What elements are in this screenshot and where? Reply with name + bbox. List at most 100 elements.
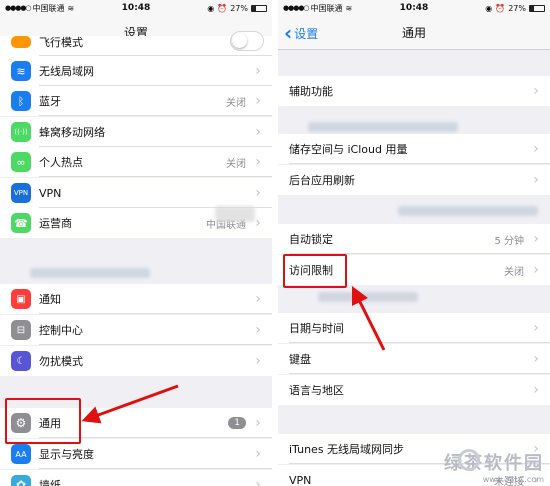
settings-row-airplane-mode[interactable]: 飞行模式 <box>0 31 272 56</box>
row-label: 飞行模式 <box>39 36 83 49</box>
settings-row-control-center[interactable]: ⊟ 控制中心 › <box>0 315 272 345</box>
chevron-right-icon: › <box>533 231 539 247</box>
hotspot-icon: ∞ <box>11 152 31 172</box>
location-icon: ◉ <box>207 3 215 13</box>
chevron-right-icon: › <box>533 83 539 99</box>
watermark-url: www.33LC.com <box>482 475 544 484</box>
highlight-general <box>5 398 81 444</box>
notification-icon: ▣ <box>11 289 31 309</box>
row-label: 显示与亮度 <box>39 448 94 461</box>
row-label: 键盘 <box>289 353 311 366</box>
battery-icon <box>529 4 545 12</box>
display-icon: AA <box>11 444 31 464</box>
row-label: 蜂窝移动网络 <box>39 126 105 139</box>
carrier-label: 中国联通 <box>310 3 343 13</box>
row-label: 蓝牙 <box>39 95 61 108</box>
chevron-right-icon: › <box>255 291 261 307</box>
signal-icon: ●●●●○ <box>283 4 310 12</box>
chevron-right-icon: › <box>255 63 261 79</box>
chevron-right-icon: › <box>533 172 539 188</box>
nav-bar: ‹ 设置 通用 <box>278 16 550 50</box>
general-row-auto-lock[interactable]: 自动锁定 5 分钟 › <box>278 224 550 254</box>
watermark: 绿茶软件园 www.33LC.com <box>444 449 544 484</box>
chevron-right-icon: › <box>533 351 539 367</box>
settings-row-moon[interactable]: ☾ 勿扰模式 › <box>0 346 272 376</box>
chevron-right-icon: › <box>255 322 261 338</box>
settings-row-wifi[interactable]: ≋ 无线局域网 › <box>0 56 272 86</box>
row-value: 关闭 <box>226 97 246 109</box>
blurred-text <box>30 268 150 278</box>
battery-icon <box>251 4 267 12</box>
general-row-language-region[interactable]: 语言与地区 › <box>278 375 550 405</box>
row-label: VPN <box>39 186 62 200</box>
general-screen: ●●●●○ 中国联通 ≋ 10:48 ◉ ⏰ 27% ‹ 设置 通用 辅助功能 ›… <box>278 0 550 486</box>
blurred-text <box>398 206 538 216</box>
settings-row-vpn[interactable]: VPN VPN › <box>0 178 272 208</box>
row-value: 关闭 <box>504 266 524 278</box>
status-bar: ●●●●○ 中国联通 ≋ 10:48 ◉ ⏰ 27% <box>0 0 272 16</box>
blurred-text <box>318 292 418 302</box>
row-label: 自动锁定 <box>289 233 333 246</box>
row-value: 5 分钟 <box>494 235 524 247</box>
row-label: 墙纸 <box>39 479 61 486</box>
battery-percent: 27% <box>508 3 526 13</box>
row-label: 辅助功能 <box>289 85 333 98</box>
general-row-storage[interactable]: 储存空间与 iCloud 用量 › <box>278 134 550 164</box>
alarm-icon: ⏰ <box>495 3 506 13</box>
wifi-icon: ≋ <box>11 61 31 81</box>
back-label: 设置 <box>294 26 319 41</box>
general-row-accessibility[interactable]: 辅助功能 › <box>278 76 550 106</box>
chevron-right-icon: › <box>255 93 261 109</box>
moon-icon: ☾ <box>11 351 31 371</box>
chevron-right-icon: › <box>533 141 539 157</box>
chevron-right-icon: › <box>255 215 261 231</box>
row-label: 储存空间与 iCloud 用量 <box>289 143 408 156</box>
general-row-background-refresh[interactable]: 后台应用刷新 › <box>278 165 550 195</box>
back-button[interactable]: ‹ 设置 <box>284 16 318 50</box>
bluetooth-icon: ᛒ <box>11 91 31 111</box>
settings-row-bluetooth[interactable]: ᛒ 蓝牙 关闭 › <box>0 86 272 116</box>
vpn-icon: VPN <box>11 183 31 203</box>
chevron-right-icon: › <box>533 262 539 278</box>
status-bar: ●●●●○ 中国联通 ≋ 10:48 ◉ ⏰ 27% <box>278 0 550 16</box>
row-label: 后台应用刷新 <box>289 174 355 187</box>
settings-row-notification[interactable]: ▣ 通知 › <box>0 284 272 314</box>
chevron-right-icon: › <box>255 185 261 201</box>
row-label: 无线局域网 <box>39 65 94 78</box>
row-label: 日期与时间 <box>289 322 344 335</box>
watermark-logo-icon <box>458 449 480 471</box>
chevron-right-icon: › <box>533 320 539 336</box>
location-icon: ◉ <box>485 3 493 13</box>
wallpaper-icon: ✿ <box>11 475 31 486</box>
chevron-right-icon: › <box>255 154 261 170</box>
settings-row-cellular[interactable]: ((·)) 蜂窝移动网络 › <box>0 117 272 147</box>
cellular-icon: ((·)) <box>11 122 31 142</box>
chevron-right-icon: › <box>255 353 261 369</box>
settings-row-hotspot[interactable]: ∞ 个人热点 关闭 › <box>0 147 272 177</box>
blurred-text <box>215 206 255 222</box>
chevron-right-icon: › <box>255 477 261 486</box>
settings-row-wallpaper[interactable]: ✿ 墙纸 › <box>0 470 272 486</box>
wifi-status-icon: ≋ <box>345 3 353 13</box>
control-center-icon: ⊟ <box>11 320 31 340</box>
row-label: 勿扰模式 <box>39 355 83 368</box>
highlight-restrictions <box>283 254 347 288</box>
row-label: 通知 <box>39 293 61 306</box>
carrier-label: 中国联通 <box>32 3 65 13</box>
page-title: 通用 <box>401 26 426 40</box>
chevron-right-icon: › <box>533 382 539 398</box>
alarm-icon: ⏰ <box>217 3 228 13</box>
battery-percent: 27% <box>230 3 248 13</box>
chevron-left-icon: ‹ <box>284 21 293 45</box>
general-row-date-time[interactable]: 日期与时间 › <box>278 313 550 343</box>
airplane-mode-toggle[interactable] <box>230 31 264 51</box>
row-label: 控制中心 <box>39 324 83 337</box>
airplane-icon <box>11 36 31 48</box>
chevron-right-icon: › <box>255 446 261 462</box>
row-label: 语言与地区 <box>289 384 344 397</box>
row-label: 运营商 <box>39 217 72 230</box>
general-row-keyboard[interactable]: 键盘 › <box>278 344 550 374</box>
phone-icon: ☎ <box>11 213 31 233</box>
chevron-right-icon: › <box>255 415 261 431</box>
row-label: 个人热点 <box>39 156 83 169</box>
